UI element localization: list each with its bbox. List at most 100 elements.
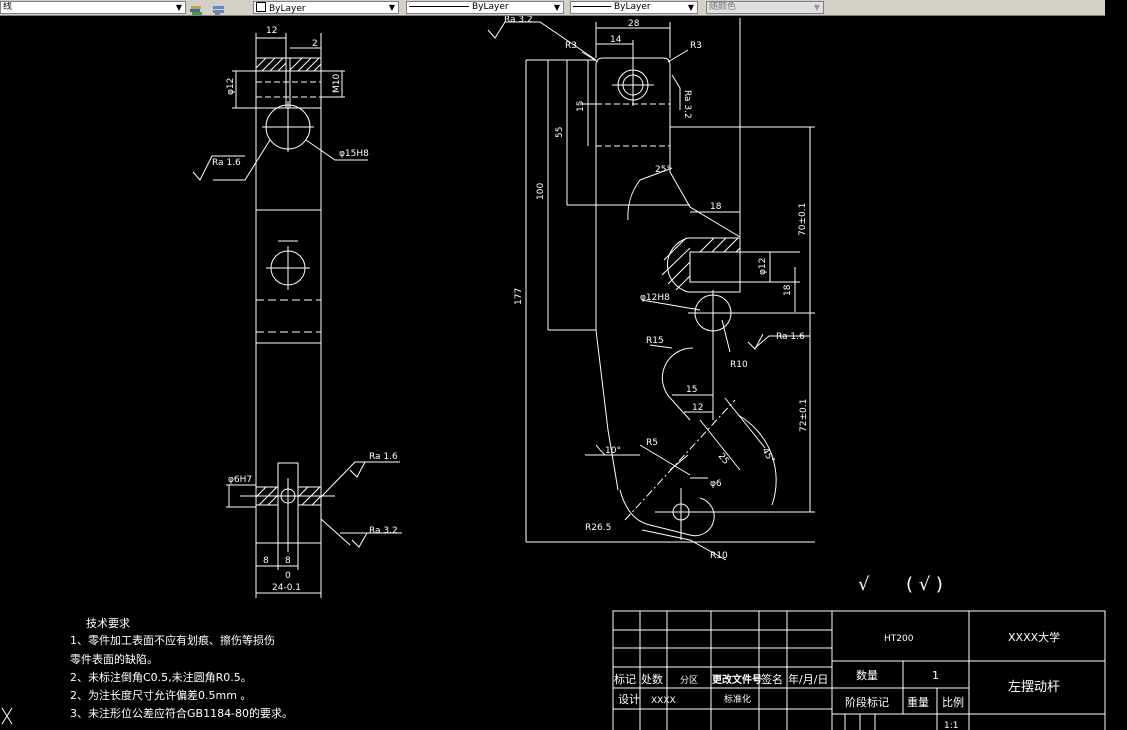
roughness-label: Ra 1.6 [369,452,398,462]
dim-label: R10 [710,551,728,561]
roughness-label: Ra 3.2 [369,526,398,536]
roughness-symbol [747,333,764,350]
boss-bore [689,251,741,283]
scale-label: 比例 [942,695,964,709]
roughness-symbol [671,74,681,110]
chevron-down-icon: ▼ [813,3,821,12]
tech-req-line: 零件表面的缺陷。 [70,652,158,666]
dim-label: 28 [628,19,640,29]
dim-label: φ15H8 [339,149,369,159]
dim-label: φ6H7 [228,475,252,485]
dim-label: φ12 [226,78,236,95]
ucs-icon [1,707,13,725]
right-view [487,18,815,561]
dim-label: M10 [332,74,342,93]
chevron-down-icon: ▼ [388,3,396,12]
right-view-labels: Ra 3.2 28 14 R3 R3 15 55 100 177 Ra 3.2 … [504,16,809,561]
header-doc: 更改文件号 [712,673,762,686]
dim-line [699,397,766,471]
right-body-outline [595,65,619,491]
left-view-labels: 12 2 φ12 M10 φ15H8 Ra 1.6 φ6H7 Ra 1.6 Ra… [212,26,398,593]
weight-label: 重量 [907,695,929,709]
roughness-note: √ ( √ ) [858,574,943,595]
dim-label: R5 [646,438,658,448]
quantity-value: 1 [932,669,939,682]
linetype-dropdown[interactable]: ByLayer ▼ [406,1,564,14]
dim-label: 12 [692,403,703,413]
layer-previous-icon[interactable] [212,1,226,15]
dim-label: φ12H8 [640,293,670,303]
layer-dropdown[interactable]: 线 ▼ [0,1,186,14]
tech-requirements: 技术要求 1、零件加工表面不应有划痕、擦伤等损伤 零件表面的缺陷。 2、未标注倒… [70,617,293,720]
color-value: ByLayer [269,4,306,14]
dim-label: R10 [730,360,748,370]
dim-label: 25 [716,452,731,467]
dim-label: 15 [576,101,586,112]
chevron-down-icon: ▼ [553,3,561,12]
angle-arc [627,179,641,221]
lineweight-sample-icon [573,6,611,7]
roughness-symbol [320,461,400,498]
dim-label: 70±0.1 [798,203,808,236]
right-body-outline [661,347,694,421]
material-label: HT200 [884,634,914,644]
dim-label: 15 [686,385,697,395]
dim-label: 18 [783,284,793,296]
left-view [192,33,402,598]
lineweight-value: ByLayer [614,2,651,12]
roughness-symbol [487,21,597,61]
school-name: XXXX大学 [1008,630,1060,644]
dim-label: R15 [646,336,664,346]
roughness-note-paren: ( √ ) [906,574,943,595]
dim-label: 10° [605,446,621,456]
roughness-label: Ra 3.2 [504,16,533,25]
lower-boss [689,497,715,537]
standard-label: 标准化 [724,693,751,705]
roughness-label: Ra 1.6 [212,158,241,168]
stage-label: 阶段标记 [845,695,889,709]
tech-req-line: 2、为注长度尺寸允许偏差0.5mm 。 [70,688,251,702]
linetype-sample-icon [409,6,469,7]
linetype-value: ByLayer [472,2,509,12]
title-block-text: HT200 XXXX大学 数量 1 左摆动杆 标记 处数 分区 更改文件号 签名… [614,630,1060,730]
tech-req-line: 1、零件加工表面不应有划痕、擦伤等损伤 [70,633,275,647]
dim-line [669,454,689,471]
dim-label: R3 [690,41,702,51]
layer-make-current-icon[interactable] [189,1,203,15]
header-date: 年/月/日 [788,672,828,686]
header-count: 处数 [641,673,663,686]
roughness-label: Ra 3.2 [682,90,692,119]
dim-label: 24-0.1 [272,583,301,593]
tech-req-line: 3、未注形位公差应符合GB1184-80的要求。 [70,706,293,720]
roughness-note-symbol: √ [858,574,870,595]
design-label: 设计 [618,693,640,706]
hatch-lines [255,57,322,72]
layer-name: 线 [3,2,13,12]
dim-label: 72±0.1 [799,399,809,432]
scale-value: 1:1 [944,721,958,730]
dim-label: 14 [610,35,622,45]
drawing-canvas[interactable]: 12 2 φ12 M10 φ15H8 Ra 1.6 φ6H7 Ra 1.6 Ra… [0,16,1127,730]
tech-req-title: 技术要求 [86,617,130,630]
roughness-label: Ra 1.6 [776,332,805,342]
quantity-label: 数量 [856,669,878,682]
dim-label: R26.5 [585,523,611,533]
dim-label: 8 [263,556,269,566]
dim-label: φ12 [758,258,768,275]
angle-arc [595,444,606,456]
dim-label: 55 [555,127,565,138]
dim-label: 100 [536,183,546,200]
chevron-down-icon: ▼ [687,3,695,12]
color-dropdown[interactable]: ByLayer ▼ [253,1,399,14]
header-mark: 标记 [614,672,636,686]
dim-label: R3 [565,41,577,51]
dim-label: 25° [655,165,671,175]
lineweight-dropdown[interactable]: ByLayer ▼ [570,1,698,14]
tech-req-line: 2、未标注倒角C0.5,未注圆角R0.5。 [70,670,252,684]
dim-label: 8 [285,556,291,566]
dim-label: 177 [514,288,524,305]
dim-label: φ6 [710,479,722,489]
plotstyle-value: 随颜色 [709,2,737,12]
properties-toolbar: 线 ▼ ByLayer ▼ ByLayer ▼ ByLayer ▼ 随颜色 ▼ [0,0,1127,16]
plotstyle-dropdown[interactable]: 随颜色 ▼ [706,1,824,14]
